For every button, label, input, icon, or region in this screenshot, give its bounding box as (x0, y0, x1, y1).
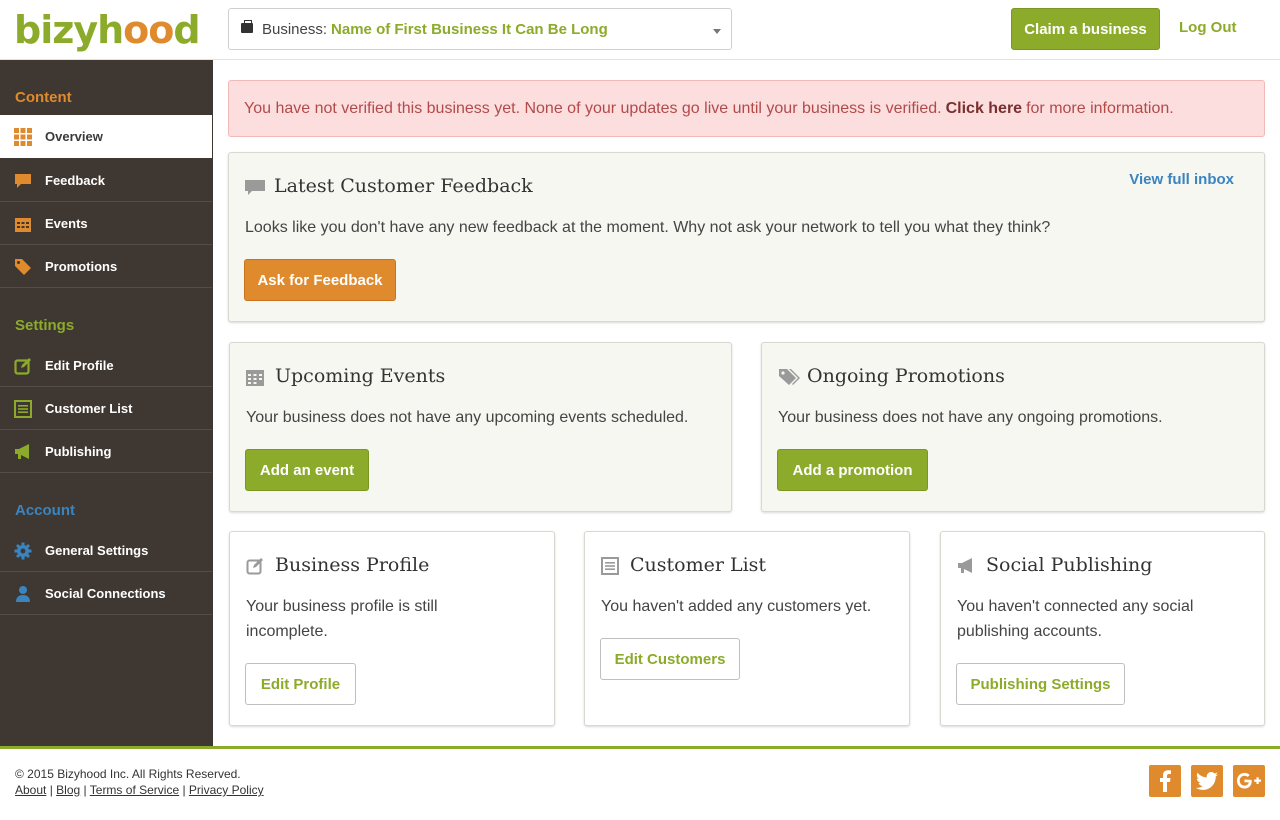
customer-list-card: Customer List You haven't added any cust… (584, 531, 910, 726)
edit-customers-button[interactable]: Edit Customers (600, 638, 740, 680)
feedback-card: Latest Customer Feedback View full inbox… (228, 152, 1265, 322)
view-full-inbox-link[interactable]: View full inbox (1129, 171, 1234, 188)
chevron-down-icon (713, 29, 721, 34)
add-promotion-button[interactable]: Add a promotion (777, 449, 928, 491)
facebook-icon[interactable] (1149, 765, 1181, 797)
google-plus-icon[interactable] (1233, 765, 1265, 797)
edit-icon (14, 357, 32, 375)
calendar-icon (246, 368, 266, 388)
top-header: bizyh oo d Business: Name of First Busines… (0, 0, 1280, 60)
sidebar-item-label: Social Connections (45, 585, 166, 601)
calendar-icon (14, 215, 32, 233)
claim-business-button[interactable]: Claim a business (1011, 8, 1160, 50)
sidebar-section-account: Account (15, 502, 75, 519)
sidebar-section-settings: Settings (15, 317, 75, 334)
sidebar-item-label: Edit Profile (45, 357, 114, 373)
card-text: Your business profile is still incomplet… (246, 598, 438, 640)
sidebar-item-label: Events (45, 215, 88, 231)
footer-link-blog[interactable]: Blog (56, 783, 80, 797)
megaphone-icon (957, 557, 977, 577)
sidebar-item-promotions[interactable]: Promotions (0, 245, 212, 288)
business-name: Name of First Business It Can Be Long (331, 20, 608, 38)
footer-links: About | Blog | Terms of Service | Privac… (15, 783, 264, 797)
social-publishing-card: Social Publishing You haven't connected … (940, 531, 1265, 726)
sidebar-item-label: Publishing (45, 443, 112, 459)
user-icon (14, 585, 32, 603)
publishing-settings-button[interactable]: Publishing Settings (956, 663, 1125, 705)
card-text: Looks like you don't have any new feedba… (245, 219, 1051, 236)
speech-bubble-icon (14, 172, 32, 190)
sidebar-item-customer-list[interactable]: Customer List (0, 387, 212, 430)
sidebar-item-events[interactable]: Events (0, 202, 212, 245)
edit-icon (246, 557, 266, 577)
gear-icon (14, 542, 32, 560)
card-title: Social Publishing (986, 554, 1153, 576)
footer-link-terms[interactable]: Terms of Service (90, 783, 179, 797)
edit-profile-button[interactable]: Edit Profile (245, 663, 356, 705)
logout-link[interactable]: Log Out (1179, 19, 1236, 36)
card-text: Your business does not have any ongoing … (778, 409, 1163, 426)
business-select[interactable]: Business: Name of First Business It Can … (228, 8, 732, 50)
list-icon (14, 400, 32, 418)
alert-suffix: for more information. (1026, 99, 1174, 117)
sidebar: Content Overview Feedback Events Promoti… (0, 60, 213, 746)
add-event-button[interactable]: Add an event (245, 449, 369, 491)
copyright-text: © 2015 Bizyhood Inc. All Rights Reserved… (15, 767, 241, 781)
card-text: Your business does not have any upcoming… (246, 409, 689, 426)
sidebar-item-label: Overview (45, 129, 103, 144)
sidebar-item-general-settings[interactable]: General Settings (0, 529, 212, 572)
grid-icon (14, 128, 32, 146)
verification-alert: You have not verified this business yet.… (228, 80, 1265, 137)
megaphone-icon (14, 443, 32, 461)
events-card: Upcoming Events Your business does not h… (229, 342, 732, 512)
business-profile-card: Business Profile Your business profile i… (229, 531, 555, 726)
business-prefix-label: Business: (262, 20, 328, 38)
card-title: Latest Customer Feedback (274, 175, 533, 197)
footer: © 2015 Bizyhood Inc. All Rights Reserved… (0, 746, 1280, 820)
card-title: Upcoming Events (275, 365, 446, 387)
sidebar-item-social-connections[interactable]: Social Connections (0, 572, 212, 615)
footer-link-about[interactable]: About (15, 783, 46, 797)
promotions-card: Ongoing Promotions Your business does no… (761, 342, 1265, 512)
card-text: You haven't connected any social publish… (957, 598, 1194, 640)
briefcase-icon (241, 20, 253, 33)
list-icon (601, 557, 621, 577)
twitter-icon[interactable] (1191, 765, 1223, 797)
tags-icon (14, 258, 32, 276)
ask-for-feedback-button[interactable]: Ask for Feedback (244, 259, 396, 301)
sidebar-item-overview[interactable]: Overview (0, 115, 212, 158)
alert-text: You have not verified this business yet.… (244, 99, 942, 117)
card-title: Customer List (630, 554, 767, 576)
sidebar-section-content: Content (15, 89, 72, 106)
sidebar-item-label: Feedback (45, 172, 105, 188)
speech-bubble-icon (245, 178, 265, 198)
footer-link-privacy[interactable]: Privacy Policy (189, 783, 264, 797)
card-text: You haven't added any customers yet. (601, 598, 872, 615)
sidebar-item-edit-profile[interactable]: Edit Profile (0, 344, 212, 387)
sidebar-item-publishing[interactable]: Publishing (0, 430, 212, 473)
card-title: Ongoing Promotions (807, 365, 1005, 387)
sidebar-item-label: Promotions (45, 258, 118, 274)
alert-click-here-link[interactable]: Click here (946, 100, 1022, 118)
tags-icon (778, 368, 800, 388)
bizyhood-logo[interactable]: bizyh oo d (14, 8, 201, 52)
card-title: Business Profile (275, 554, 430, 576)
sidebar-item-label: Customer List (45, 400, 133, 416)
sidebar-item-feedback[interactable]: Feedback (0, 159, 212, 202)
sidebar-item-label: General Settings (45, 542, 149, 558)
